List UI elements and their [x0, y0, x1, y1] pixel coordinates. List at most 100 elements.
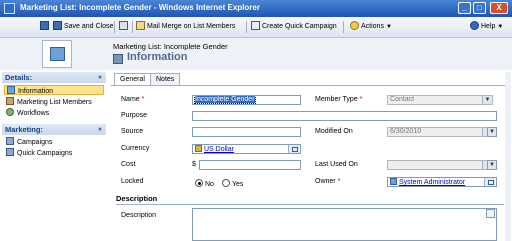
actions-icon — [350, 21, 359, 30]
currency-value[interactable]: US Dollar — [204, 146, 234, 153]
description-textarea[interactable] — [192, 208, 497, 241]
currency-label: Currency — [121, 145, 150, 152]
nav-item-information[interactable]: Information — [4, 85, 104, 95]
radio-icon[interactable] — [222, 179, 230, 187]
cost-label: Cost — [121, 161, 136, 168]
modified-on-field: 6/30/2010 — [387, 127, 493, 137]
campaigns-icon — [6, 137, 14, 145]
lookup-icon[interactable] — [484, 178, 495, 186]
scroll-up-icon[interactable] — [486, 209, 495, 218]
nav-item-label: Workflows — [17, 110, 50, 117]
toolbar-separator — [132, 21, 133, 33]
currency-lookup[interactable]: US Dollar — [192, 144, 301, 154]
owner-lookup[interactable]: System Administrator — [387, 177, 497, 187]
create-quick-campaign-button[interactable]: Create Quick Campaign — [251, 21, 337, 33]
mail-merge-icon — [136, 21, 145, 30]
internet-explorer-icon — [4, 3, 15, 14]
left-navigation: Details: « Information Marketing List Me… — [0, 70, 109, 241]
toolbar-separator — [343, 21, 344, 33]
required-marker: * — [337, 178, 341, 185]
required-marker: * — [141, 96, 145, 103]
collapse-icon[interactable]: « — [98, 124, 102, 135]
purpose-field[interactable] — [192, 111, 497, 121]
form-header — [0, 38, 512, 70]
mail-merge-button[interactable]: Mail Merge on List Members — [136, 21, 235, 33]
owner-value[interactable]: System Administrator — [399, 179, 465, 186]
modified-on-label: Modified On — [315, 128, 353, 135]
nav-item-quick-campaigns[interactable]: Quick Campaigns — [4, 148, 72, 158]
member-type-value: Contact — [390, 96, 415, 103]
nav-item-label: Marketing List Members — [17, 99, 92, 106]
radio-selected-icon[interactable] — [195, 179, 203, 187]
chevron-down-icon: ▼ — [488, 161, 496, 169]
name-label: Name * — [121, 96, 145, 103]
maximize-button[interactable]: □ — [473, 2, 486, 14]
cost-field[interactable] — [199, 160, 301, 170]
nav-item-label: Campaigns — [17, 139, 53, 146]
chevron-down-icon: ▼ — [497, 24, 504, 30]
nav-item-label: Information — [18, 88, 54, 95]
toolbar-separator — [114, 21, 115, 33]
last-used-on-picker: ▼ — [487, 160, 497, 170]
save-and-close-label: Save and Close — [64, 23, 114, 30]
create-quick-campaign-label: Create Quick Campaign — [262, 23, 337, 30]
help-icon — [470, 21, 479, 30]
description-section-header: Description — [116, 194, 158, 203]
currency-icon — [195, 145, 202, 152]
marketing-header-label: Marketing: — [5, 125, 43, 134]
save-and-close-button[interactable]: Save and Close — [53, 21, 113, 33]
section-divider — [116, 204, 504, 205]
locked-label: Locked — [121, 178, 144, 185]
marketing-section-header[interactable]: Marketing: « — [2, 124, 106, 135]
source-field[interactable] — [192, 127, 301, 137]
save-icon — [40, 21, 49, 30]
member-type-label: Member Type * — [315, 96, 363, 103]
campaign-icon — [251, 21, 260, 30]
chevron-down-icon: ▼ — [482, 96, 492, 104]
toolbar-separator — [246, 21, 247, 33]
locked-no-option[interactable]: No — [195, 179, 214, 188]
tab-notes[interactable]: Notes — [150, 73, 181, 85]
details-section-header[interactable]: Details: « — [2, 72, 106, 83]
form-icon — [113, 54, 123, 64]
last-used-on-field — [387, 160, 493, 170]
actions-menu[interactable]: Actions ▼ — [350, 21, 392, 33]
page-scrollbar[interactable] — [505, 72, 511, 241]
user-icon — [390, 178, 397, 185]
locked-yes-option[interactable]: Yes — [222, 179, 243, 188]
information-icon — [7, 86, 15, 94]
minimize-button[interactable]: _ — [458, 2, 471, 14]
nav-item-campaigns[interactable]: Campaigns — [4, 137, 52, 147]
modified-on-picker: ▼ — [487, 127, 497, 137]
quick-campaigns-icon — [6, 148, 14, 156]
modified-on-value: 6/30/2010 — [390, 128, 422, 135]
save-button[interactable] — [40, 21, 51, 33]
actions-label: Actions — [361, 23, 384, 30]
record-title: Marketing List: Incomplete Gender — [113, 42, 228, 51]
name-value: Incomplete Gender — [194, 96, 256, 104]
chevron-down-icon: ▼ — [385, 24, 392, 30]
print-icon — [119, 21, 128, 30]
marketing-list-entity-icon — [42, 40, 72, 68]
nav-item-marketing-list-members[interactable]: Marketing List Members — [4, 97, 92, 107]
members-icon — [6, 97, 14, 105]
nav-item-workflows[interactable]: Workflows — [4, 108, 49, 118]
toolbar: Save and Close Mail Merge on List Member… — [0, 17, 512, 38]
details-header-label: Details: — [5, 73, 33, 82]
source-label: Source — [121, 128, 144, 135]
save-close-icon — [53, 21, 62, 30]
description-label: Description — [121, 212, 157, 219]
help-label: Help — [481, 23, 496, 30]
close-button[interactable]: X — [490, 2, 508, 14]
print-button[interactable] — [119, 21, 130, 33]
collapse-icon[interactable]: « — [98, 72, 102, 83]
mail-merge-label: Mail Merge on List Members — [147, 23, 236, 30]
purpose-label: Purpose — [121, 112, 148, 119]
lookup-icon[interactable] — [288, 145, 299, 153]
help-menu[interactable]: Help ▼ — [470, 21, 503, 33]
member-type-select: Contact ▼ — [387, 95, 493, 105]
window-title-bar: Marketing List: Incomplete Gender - Wind… — [0, 0, 512, 17]
name-field[interactable]: Incomplete Gender — [192, 95, 301, 105]
window-title: Marketing List: Incomplete Gender - Wind… — [20, 3, 260, 12]
tab-divider — [111, 85, 509, 86]
